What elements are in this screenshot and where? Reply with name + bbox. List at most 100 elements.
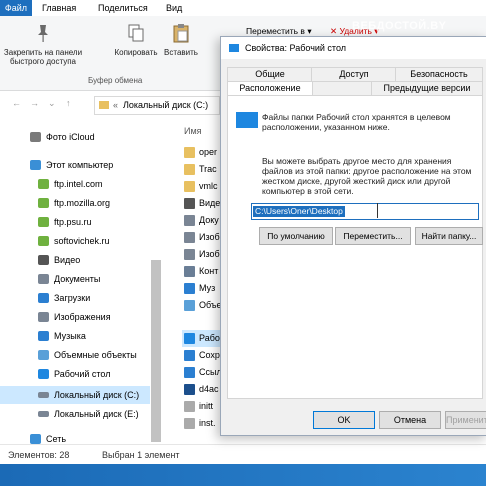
file-row-desktop[interactable]: Рабо — [182, 330, 222, 347]
location-info-text: Файлы папки Рабочий стол хранятся в целе… — [262, 112, 451, 132]
cancel-button[interactable]: Отмена — [379, 411, 441, 429]
computer-icon — [30, 160, 41, 170]
nav-item-video[interactable]: Видео — [0, 251, 160, 269]
file-row[interactable]: initt — [182, 398, 222, 415]
nav-item-ftp-intel[interactable]: ftp.intel.com — [0, 175, 160, 193]
dialog-titlebar: Свойства: Рабочий стол — [221, 37, 486, 59]
tab-home[interactable]: Главная — [36, 0, 82, 16]
nav-item-local-disk-c[interactable]: Локальный диск (C:) — [0, 386, 150, 404]
tab-general[interactable]: Общие — [227, 67, 313, 82]
paste-button[interactable]: Вставить — [162, 20, 200, 57]
nav-item-desktop[interactable]: Рабочий стол — [0, 365, 160, 383]
desktop-icon — [184, 333, 195, 344]
file-icon — [184, 384, 195, 395]
copy-button[interactable]: Копировать — [110, 20, 162, 57]
pictures-icon — [38, 312, 49, 322]
file-row[interactable]: Объе — [182, 297, 222, 314]
watermark: ВЕБДОСТОЙ.BY — [352, 20, 447, 32]
file-row[interactable]: Изоб — [182, 246, 222, 263]
item-count: Элементов: 28 — [8, 450, 70, 460]
network-folder-icon — [38, 198, 49, 208]
network-icon — [30, 434, 41, 444]
file-row[interactable]: Сохр — [182, 347, 222, 364]
folder-icon — [184, 147, 195, 158]
tab-view[interactable]: Вид — [160, 0, 188, 16]
file-name: inst. — [199, 418, 216, 428]
tab-sharing[interactable]: Доступ — [311, 67, 397, 82]
back-arrow-icon[interactable]: ← — [12, 98, 21, 108]
nav-item-label: ftp.intel.com — [54, 179, 103, 189]
folder-icon — [184, 181, 195, 192]
ok-button[interactable]: OK — [313, 411, 375, 429]
nav-item-icloud-photos[interactable]: Фото iCloud — [0, 128, 160, 146]
file-row[interactable]: Ссыл — [182, 364, 222, 381]
file-name: Рабо — [199, 333, 220, 343]
file-name: Изоб — [199, 232, 220, 242]
tab-share[interactable]: Поделиться — [92, 0, 154, 16]
nav-item-label: Фото iCloud — [46, 132, 95, 142]
file-row[interactable]: d4ac — [182, 381, 222, 398]
file-row[interactable]: inst. — [182, 415, 222, 432]
nav-item-documents[interactable]: Документы — [0, 270, 160, 288]
move-button[interactable]: Переместить... — [335, 227, 411, 245]
folder-path-input[interactable]: C:\Users\Oner\Desktop — [251, 203, 479, 220]
tab-file[interactable]: Файл — [0, 0, 32, 16]
links-icon — [184, 367, 195, 378]
documents-icon — [38, 274, 49, 284]
nav-item-label: Локальный диск (C:) — [54, 390, 140, 400]
tab-security[interactable]: Безопасность — [395, 67, 483, 82]
nav-item-music[interactable]: Музыка — [0, 327, 160, 345]
find-folder-button[interactable]: Найти папку... — [415, 227, 483, 245]
forward-arrow-icon[interactable]: → — [30, 98, 39, 108]
icloud-photos-icon — [30, 132, 41, 142]
nav-item-ftp-psu[interactable]: ftp.psu.ru — [0, 213, 160, 231]
nav-item-softovichek[interactable]: softovichek.ru — [0, 232, 160, 250]
copy-icon — [128, 24, 144, 42]
nav-item-this-pc[interactable]: Этот компьютер — [0, 156, 160, 174]
file-row[interactable]: Изоб — [182, 229, 222, 246]
file-row[interactable]: Доку — [182, 212, 222, 229]
desktop-properties-dialog: Свойства: Рабочий стол Общие Доступ Безо… — [220, 36, 486, 436]
tab-previous-versions[interactable]: Предыдущие версии — [371, 81, 483, 96]
restore-default-button[interactable]: По умолчанию — [259, 227, 333, 245]
nav-item-label: ftp.psu.ru — [54, 217, 92, 227]
contacts-icon — [184, 266, 195, 277]
nav-scrollbar[interactable] — [151, 260, 161, 442]
nav-item-downloads[interactable]: Загрузки — [0, 289, 160, 307]
saved-games-icon — [184, 350, 195, 361]
file-name: initt — [199, 401, 214, 411]
nav-item-label: Рабочий стол — [54, 369, 111, 379]
nav-item-pictures[interactable]: Изображения — [0, 308, 160, 326]
ribbon-tabs: Файл Главная Поделиться Вид — [0, 0, 486, 17]
pin-quick-access-button[interactable]: Закрепить на панели быстрого доступа — [2, 20, 84, 66]
tab-location[interactable]: Расположение — [227, 81, 313, 96]
folder-icon — [184, 164, 195, 175]
up-arrow-icon[interactable]: ↑ — [66, 98, 71, 108]
file-row[interactable]: oper — [182, 144, 222, 161]
nav-item-label: ftp.mozilla.org — [54, 198, 111, 208]
nav-item-local-disk-e[interactable]: Локальный диск (E:) — [0, 405, 160, 423]
dialog-title: Свойства: Рабочий стол — [245, 43, 347, 53]
paste-icon — [173, 24, 189, 43]
location-panel: Файлы папки Рабочий стол хранятся в целе… — [227, 95, 483, 399]
nav-item-ftp-mozilla[interactable]: ftp.mozilla.org — [0, 194, 160, 212]
copy-label: Копировать — [114, 48, 158, 57]
nav-item-label: Документы — [54, 274, 101, 284]
video-icon — [184, 198, 195, 209]
address-path: Локальный диск (C:) — [123, 100, 209, 110]
file-row[interactable]: vmlc — [182, 178, 222, 195]
file-row[interactable]: Виде — [182, 195, 222, 212]
address-bar[interactable]: « Локальный диск (C:) — [94, 96, 220, 115]
3d-objects-icon — [38, 350, 49, 360]
clipboard-group-label: Буфер обмена — [88, 76, 143, 85]
file-row[interactable]: Trac — [182, 161, 222, 178]
3d-objects-icon — [184, 300, 195, 311]
chevron-down-icon[interactable]: ⌄ — [48, 98, 56, 109]
nav-item-label: Видео — [54, 255, 81, 265]
file-row[interactable]: Муз — [182, 280, 222, 297]
nav-item-label: Музыка — [54, 331, 86, 341]
file-row[interactable]: Конт — [182, 263, 222, 280]
nav-item-3d-objects[interactable]: Объемные объекты — [0, 346, 160, 364]
apply-button[interactable]: Применить — [445, 411, 486, 429]
column-header-name[interactable]: Имя — [184, 126, 202, 136]
